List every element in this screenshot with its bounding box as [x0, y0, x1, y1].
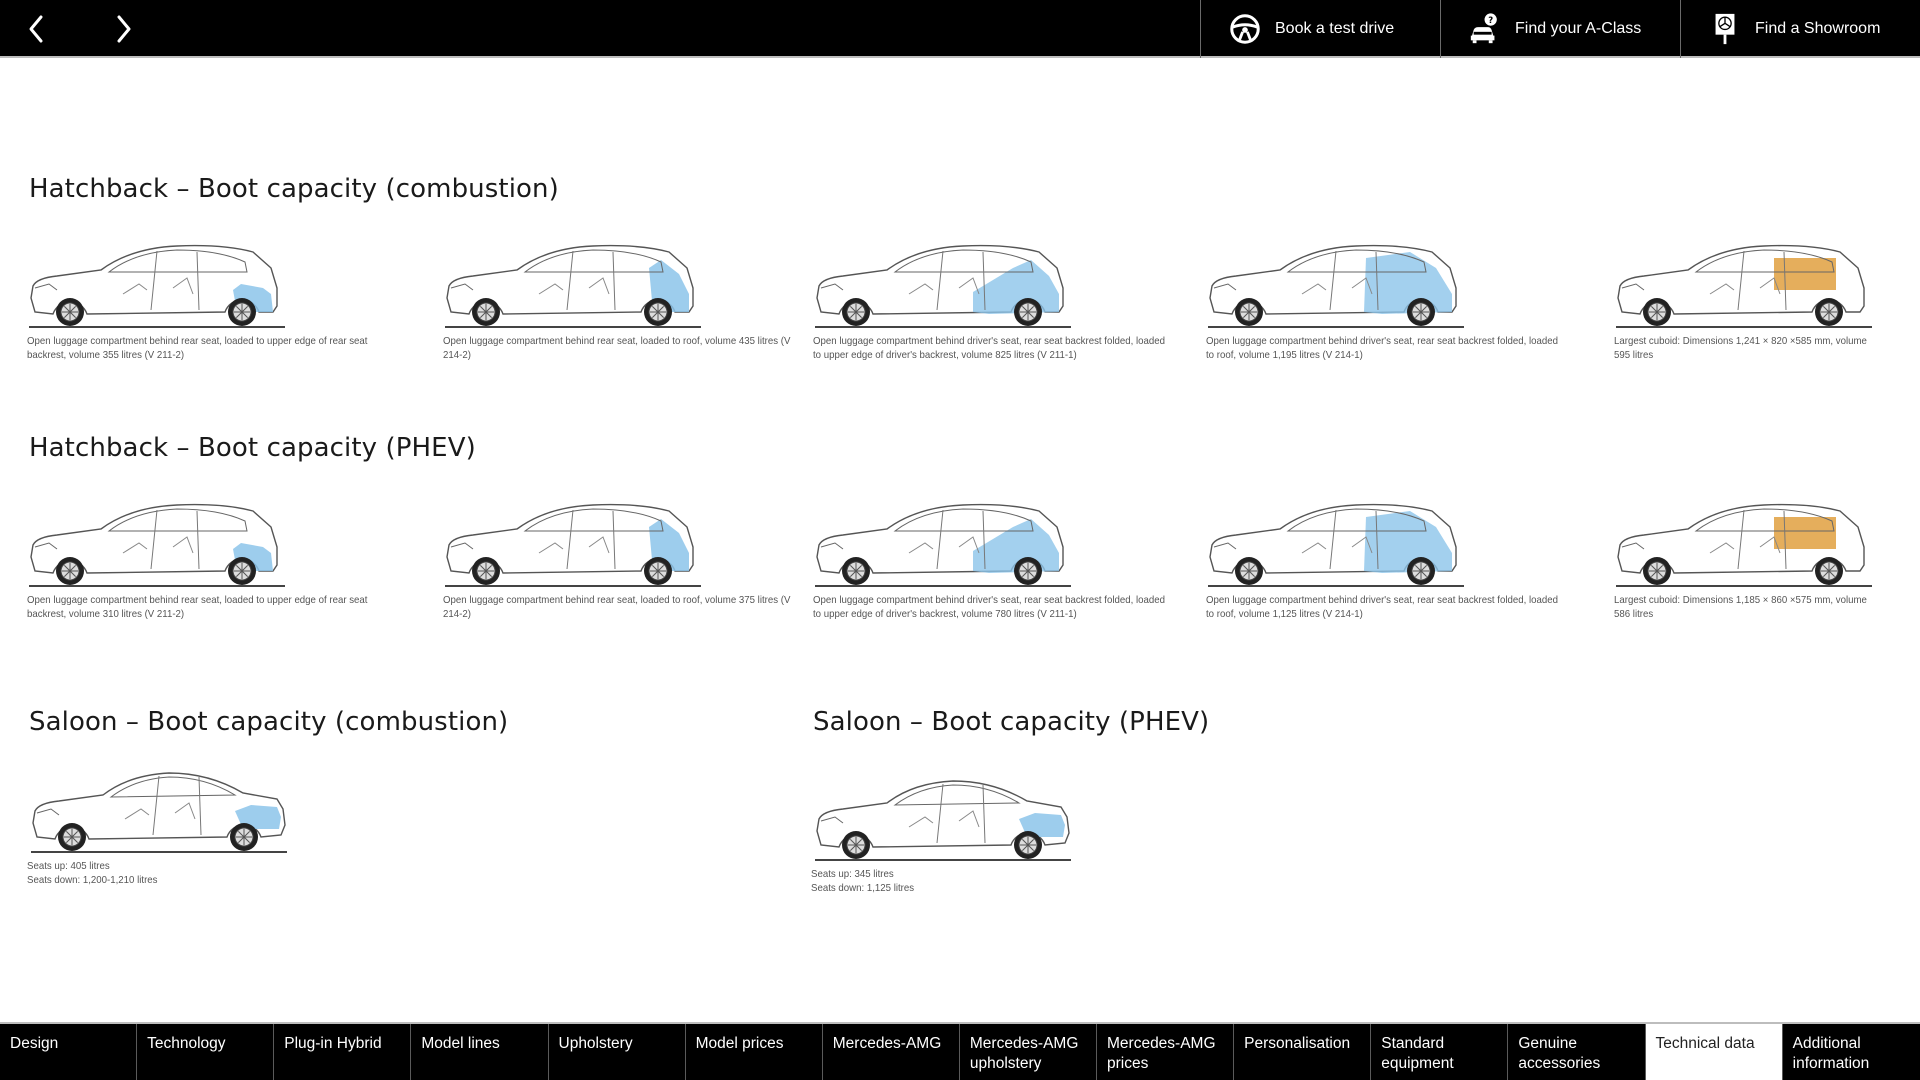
- nav-tab-plug-in-hybrid[interactable]: Plug-in Hybrid: [274, 1024, 412, 1080]
- figure-caption: Open luggage compartment behind rear sea…: [443, 594, 791, 620]
- figure-hatchback-phev-5: Largest cuboid: Dimensions 1,185 × 860 ×…: [1614, 497, 1914, 621]
- figure-caption: Open luggage compartment behind driver's…: [813, 335, 1165, 361]
- figure-hatchback-phev-2: Open luggage compartment behind rear sea…: [443, 497, 803, 621]
- cargo-highlight: [1774, 258, 1836, 290]
- car-illustration: [445, 503, 701, 587]
- nav-tab-technical-data[interactable]: Technical data: [1645, 1024, 1783, 1080]
- car-illustration: [1616, 244, 1872, 328]
- figure-hatchback-combustion-5: Largest cuboid: Dimensions 1,241 × 820 ×…: [1614, 238, 1914, 362]
- car-illustration: [29, 503, 285, 587]
- figure-hatchback-combustion-3: Open luggage compartment behind driver's…: [813, 238, 1173, 362]
- nav-tab-model-lines[interactable]: Model lines: [411, 1024, 549, 1080]
- bottom-navigation: Design Technology Plug-in Hybrid Model l…: [0, 1022, 1920, 1080]
- previous-page-button[interactable]: [18, 10, 54, 48]
- top-actions: Book a test drive ? Find your A-Class Fi…: [1200, 0, 1920, 58]
- section-title-saloon-phev: Saloon – Boot capacity (PHEV): [813, 707, 1210, 737]
- figure-hatchback-phev-4: Open luggage compartment behind driver's…: [1206, 497, 1566, 621]
- nav-tab-mercedes-amg-upholstery[interactable]: Mercedes-AMG upholstery: [960, 1024, 1097, 1080]
- figure-hatchback-combustion-2: Open luggage compartment behind rear sea…: [443, 238, 803, 362]
- figure-hatchback-combustion-4: Open luggage compartment behind driver's…: [1206, 238, 1566, 362]
- figure-saloon-phev: Seats up: 345 litres Seats down: 1,125 l…: [811, 771, 1171, 895]
- figure-caption: Open luggage compartment behind rear sea…: [27, 335, 368, 361]
- car-illustration: [1616, 503, 1872, 587]
- nav-tab-mercedes-amg-prices[interactable]: Mercedes-AMG prices: [1097, 1024, 1235, 1080]
- book-test-drive-label: Book a test drive: [1275, 20, 1395, 37]
- figure-caption: Open luggage compartment behind driver's…: [813, 594, 1165, 620]
- car-illustration: [29, 244, 285, 328]
- nav-tab-genuine-accessories[interactable]: Genuine accessories: [1508, 1024, 1646, 1080]
- figure-caption: Open luggage compartment behind rear sea…: [443, 335, 791, 361]
- section-title-hatchback-combustion: Hatchback – Boot capacity (combustion): [29, 174, 559, 204]
- cargo-highlight: [1774, 517, 1836, 549]
- find-your-a-class-button[interactable]: ? Find your A-Class: [1440, 0, 1680, 58]
- car-question-icon: ?: [1467, 11, 1503, 47]
- nav-tab-technology[interactable]: Technology: [137, 1024, 275, 1080]
- nav-tab-additional-information[interactable]: Additional information: [1783, 1024, 1920, 1080]
- book-test-drive-button[interactable]: Book a test drive: [1200, 0, 1440, 58]
- find-your-a-class-label: Find your A-Class: [1515, 20, 1642, 37]
- find-a-showroom-label: Find a Showroom: [1755, 20, 1881, 37]
- nav-tab-mercedes-amg[interactable]: Mercedes-AMG: [823, 1024, 960, 1080]
- figure-caption: Open luggage compartment behind driver's…: [1206, 335, 1558, 361]
- top-bar: Book a test drive ? Find your A-Class Fi…: [0, 0, 1920, 58]
- next-page-button[interactable]: [106, 10, 142, 48]
- nav-tab-standard-equipment[interactable]: Standard equipment: [1371, 1024, 1509, 1080]
- nav-tab-upholstery[interactable]: Upholstery: [549, 1024, 686, 1080]
- car-illustration: [815, 244, 1071, 328]
- car-illustration: [445, 244, 701, 328]
- figure-caption-seats-up: Seats up: 405 litres: [27, 860, 110, 872]
- figure-hatchback-phev-3: Open luggage compartment behind driver's…: [813, 497, 1173, 621]
- car-illustration: [815, 780, 1071, 861]
- figure-caption: Open luggage compartment behind driver's…: [1206, 594, 1558, 620]
- nav-tab-personalisation[interactable]: Personalisation: [1234, 1024, 1372, 1080]
- car-illustration: [1208, 244, 1464, 328]
- find-a-showroom-button[interactable]: Find a Showroom: [1680, 0, 1920, 58]
- figure-caption-seats-down: Seats down: 1,200-1,210 litres: [27, 874, 158, 886]
- nav-tab-design[interactable]: Design: [0, 1024, 138, 1080]
- chevron-left-icon: [29, 15, 43, 43]
- figure-caption-seats-down: Seats down: 1,125 litres: [811, 882, 915, 894]
- car-illustration: [31, 772, 287, 853]
- chevron-right-icon: [117, 15, 131, 43]
- figure-caption-seats-up: Seats up: 345 litres: [811, 868, 894, 880]
- figure-saloon-combustion: Seats up: 405 litres Seats down: 1,200-1…: [27, 763, 387, 887]
- nav-tab-model-prices[interactable]: Model prices: [686, 1024, 823, 1080]
- car-illustration: [1208, 503, 1464, 587]
- section-title-saloon-combustion: Saloon – Boot capacity (combustion): [29, 707, 509, 737]
- figure-caption: Largest cuboid: Dimensions 1,185 × 860 ×…: [1614, 594, 1867, 620]
- car-illustration: [815, 503, 1071, 587]
- figure-hatchback-phev-1: Open luggage compartment behind rear sea…: [27, 497, 387, 621]
- figure-caption: Largest cuboid: Dimensions 1,241 × 820 ×…: [1614, 335, 1867, 361]
- showroom-sign-icon: [1707, 11, 1743, 47]
- figure-hatchback-combustion-1: Open luggage compartment behind rear sea…: [27, 238, 387, 362]
- figure-caption: Open luggage compartment behind rear sea…: [27, 594, 368, 620]
- section-title-hatchback-phev: Hatchback – Boot capacity (PHEV): [29, 433, 476, 463]
- steering-wheel-icon: [1227, 11, 1263, 47]
- svg-text:?: ?: [1488, 16, 1493, 26]
